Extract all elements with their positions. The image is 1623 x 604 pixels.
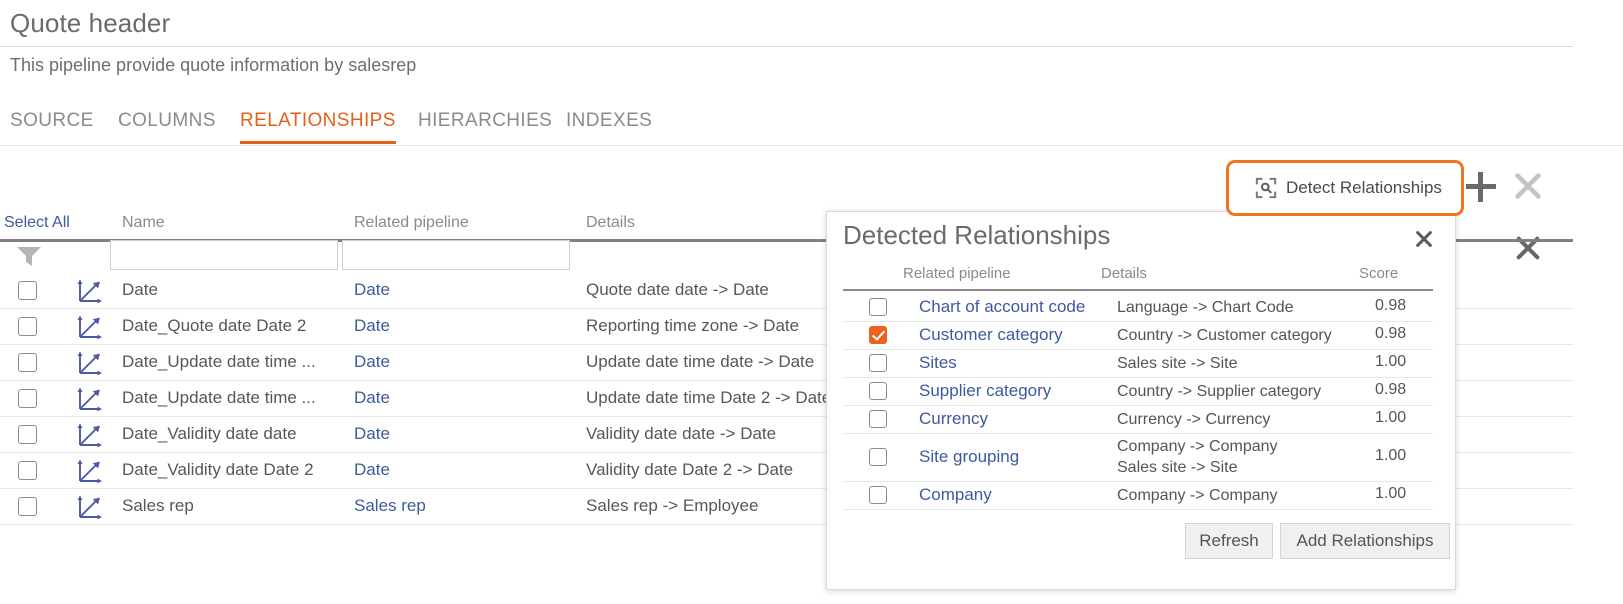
- dialog-score: 1.00: [1375, 485, 1406, 503]
- row-checkbox[interactable]: [18, 389, 37, 408]
- dialog-row-checkbox[interactable]: [869, 486, 887, 504]
- dialog-row-checkbox[interactable]: [869, 448, 887, 466]
- dialog-score: 1.00: [1375, 353, 1406, 371]
- dialog-score: 1.00: [1375, 409, 1406, 427]
- cell-name: Date_Update date time ...: [122, 388, 316, 408]
- dialog-details: Language -> Chart Code: [1117, 297, 1294, 318]
- relationship-axes-icon: [76, 386, 104, 412]
- dialog-score: 1.00: [1375, 447, 1406, 465]
- dialog-table-row[interactable]: Customer category Country -> Customer cat…: [843, 321, 1433, 350]
- cell-related-pipeline-link[interactable]: Date: [354, 352, 390, 372]
- dialog-details: Country -> Customer category: [1117, 325, 1332, 346]
- relationship-axes-icon: [76, 278, 104, 304]
- relationship-axes-icon: [76, 458, 104, 484]
- row-checkbox[interactable]: [18, 353, 37, 372]
- dialog-related-pipeline-link[interactable]: Customer category: [919, 325, 1063, 345]
- cell-name: Date_Validity date Date 2: [122, 460, 314, 480]
- detect-relationships-label: Detect Relationships: [1286, 178, 1442, 198]
- dialog-details: Sales site -> Site: [1117, 353, 1238, 374]
- dialog-title: Detected Relationships: [843, 220, 1110, 251]
- dialog-related-pipeline-link[interactable]: Supplier category: [919, 381, 1051, 401]
- dialog-table-row[interactable]: Currency Currency -> Currency 1.00: [843, 405, 1433, 434]
- dialog-related-pipeline-link[interactable]: Sites: [919, 353, 957, 373]
- refresh-button[interactable]: Refresh: [1185, 523, 1273, 559]
- dialog-table-row[interactable]: Supplier category Country -> Supplier cat…: [843, 377, 1433, 406]
- cell-details: Sales rep -> Employee: [586, 496, 758, 516]
- dialog-row-checkbox[interactable]: [869, 298, 887, 316]
- dialog-related-pipeline-link[interactable]: Site grouping: [919, 447, 1019, 467]
- scan-search-icon: [1255, 177, 1277, 199]
- cell-related-pipeline-link[interactable]: Sales rep: [354, 496, 426, 516]
- cell-name: Date_Update date time ...: [122, 352, 316, 372]
- dialog-row-checkbox[interactable]: [869, 382, 887, 400]
- row-checkbox[interactable]: [18, 425, 37, 444]
- cell-related-pipeline-link[interactable]: Date: [354, 280, 390, 300]
- cell-name: Date: [122, 280, 158, 300]
- dialog-related-pipeline-link[interactable]: Currency: [919, 409, 988, 429]
- cell-related-pipeline-link[interactable]: Date: [354, 424, 390, 444]
- cell-name: Date_Validity date date: [122, 424, 297, 444]
- dialog-column-header: Score: [1359, 265, 1398, 282]
- grid-column-header: Details: [586, 214, 635, 232]
- relationship-axes-icon: [76, 494, 104, 520]
- row-checkbox[interactable]: [18, 461, 37, 480]
- dialog-details: Company -> Company: [1117, 485, 1278, 506]
- cell-details: Validity date date -> Date: [586, 424, 776, 444]
- detect-relationships-button[interactable]: Detect Relationships: [1226, 160, 1464, 216]
- filter-funnel-icon[interactable]: [16, 245, 42, 267]
- filter-input-related-pipeline[interactable]: [342, 240, 570, 270]
- row-checkbox[interactable]: [18, 497, 37, 516]
- dialog-details: Currency -> Currency: [1117, 409, 1270, 430]
- dialog-details: Country -> Supplier category: [1117, 381, 1321, 402]
- dialog-table-row[interactable]: Company Company -> Company 1.00: [843, 481, 1433, 510]
- cell-details: Update date time date -> Date: [586, 352, 814, 372]
- dialog-related-pipeline-link[interactable]: Company: [919, 485, 992, 505]
- dialog-details: Company -> Company Sales site -> Site: [1117, 436, 1278, 478]
- cell-details: Update date time Date 2 -> Date: [586, 388, 831, 408]
- relationship-axes-icon: [76, 350, 104, 376]
- dialog-related-pipeline-link[interactable]: Chart of account code: [919, 297, 1085, 317]
- dialog-score: 0.98: [1375, 325, 1406, 343]
- cell-details: Reporting time zone -> Date: [586, 316, 799, 336]
- cell-details: Validity date Date 2 -> Date: [586, 460, 793, 480]
- detected-relationships-dialog: Detected Relationships Refresh Add Relat…: [826, 211, 1456, 590]
- add-relationships-button[interactable]: Add Relationships: [1280, 523, 1450, 559]
- dialog-column-header: Related pipeline: [903, 265, 1011, 282]
- relationship-axes-icon: [76, 422, 104, 448]
- cell-name: Date_Quote date Date 2: [122, 316, 306, 336]
- dialog-table-row[interactable]: Site grouping Company -> Company Sales si…: [843, 433, 1433, 482]
- cell-related-pipeline-link[interactable]: Date: [354, 460, 390, 480]
- close-icon[interactable]: [1413, 228, 1435, 250]
- dialog-row-checkbox[interactable]: [869, 410, 887, 428]
- dialog-table-row[interactable]: Chart of account code Language -> Chart C…: [843, 293, 1433, 322]
- cell-name: Sales rep: [122, 496, 194, 516]
- row-checkbox[interactable]: [18, 281, 37, 300]
- relationship-axes-icon: [76, 314, 104, 340]
- row-checkbox[interactable]: [18, 317, 37, 336]
- dialog-row-checkbox[interactable]: [869, 354, 887, 372]
- dialog-table-row[interactable]: Sites Sales site -> Site 1.00: [843, 349, 1433, 378]
- grid-column-header: Name: [122, 214, 165, 232]
- dialog-score: 0.98: [1375, 381, 1406, 399]
- grid-column-header: Related pipeline: [354, 214, 469, 232]
- cell-related-pipeline-link[interactable]: Date: [354, 316, 390, 336]
- dialog-row-checkbox[interactable]: [869, 326, 887, 344]
- cell-details: Quote date date -> Date: [586, 280, 769, 300]
- filter-input-name[interactable]: [110, 240, 338, 270]
- select-all-link[interactable]: Select All: [4, 214, 70, 232]
- cell-related-pipeline-link[interactable]: Date: [354, 388, 390, 408]
- grid-header-divider-right: [1456, 239, 1573, 242]
- dialog-score: 0.98: [1375, 297, 1406, 315]
- dialog-header-divider: [843, 289, 1433, 291]
- dialog-column-header: Details: [1101, 265, 1147, 282]
